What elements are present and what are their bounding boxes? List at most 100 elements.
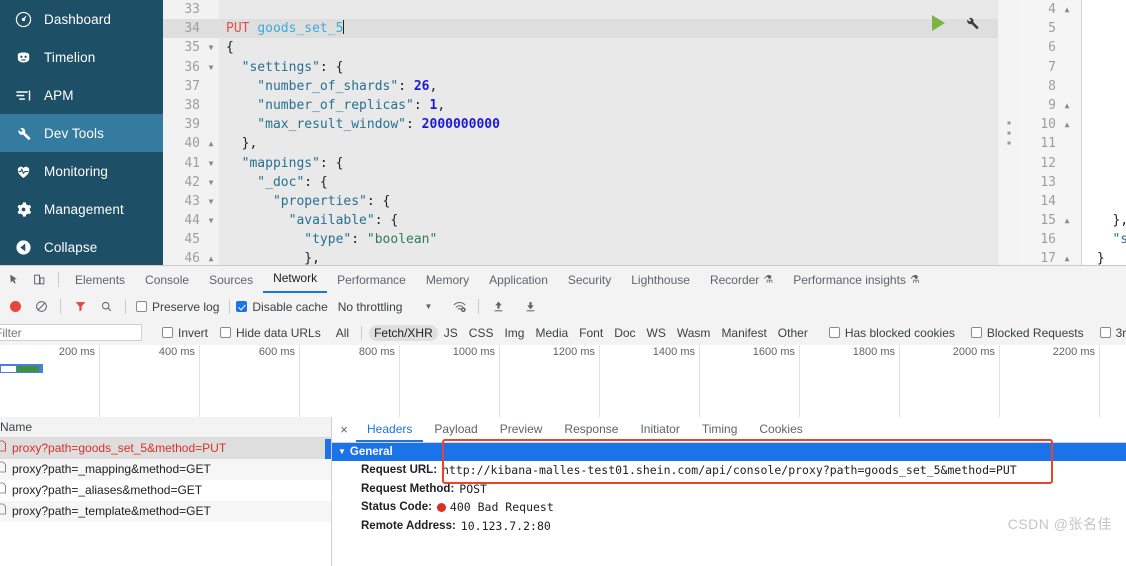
throttling-select[interactable]: No throttling xyxy=(338,300,403,314)
request-row[interactable]: proxy?path=goods_set_5&method=PUT xyxy=(0,438,331,459)
fold-toggle-icon[interactable]: ▲ xyxy=(1061,115,1073,134)
clear-icon[interactable] xyxy=(28,294,54,320)
code-line[interactable]: "_doc": { xyxy=(219,173,998,192)
sidebar-item-dev-tools[interactable]: Dev Tools xyxy=(0,114,163,152)
fold-toggle-icon[interactable]: ▼ xyxy=(205,58,217,77)
tab-recorder[interactable]: Recorder ⚗ xyxy=(700,267,783,293)
details-tab-preview[interactable]: Preview xyxy=(489,417,554,442)
blocked-requests-checkbox[interactable] xyxy=(970,327,982,338)
sidebar-item-timelion[interactable]: Timelion xyxy=(0,38,163,76)
has-blocked-cookies-checkbox[interactable] xyxy=(828,327,840,338)
console-request-editor[interactable]: PUT goods_set_5{ "settings": { "number_o… xyxy=(163,0,998,265)
code-line[interactable]: "max_result_window": 2000000000 xyxy=(219,115,998,134)
tab-console[interactable]: Console xyxy=(135,267,199,293)
fold-toggle-icon[interactable]: ▼ xyxy=(205,211,217,230)
code-line[interactable]: "number_of_shards": 26, xyxy=(219,77,998,96)
editor-splitter[interactable] xyxy=(998,0,1019,265)
tab-security[interactable]: Security xyxy=(558,267,621,293)
tab-lighthouse[interactable]: Lighthouse xyxy=(621,267,700,293)
filter-type-doc[interactable]: Doc xyxy=(609,325,640,341)
fold-toggle-icon[interactable]: ▼ xyxy=(205,154,217,173)
details-tab-cookies[interactable]: Cookies xyxy=(748,417,813,442)
record-icon[interactable] xyxy=(2,294,28,320)
network-conditions-icon[interactable] xyxy=(446,294,472,320)
request-row[interactable]: proxy?path=_aliases&method=GET xyxy=(0,480,331,501)
filter-type-ws[interactable]: WS xyxy=(642,325,671,341)
fold-toggle-icon[interactable]: ▲ xyxy=(1061,211,1073,230)
code-line[interactable]: { xyxy=(219,38,998,57)
code-line[interactable]: } xyxy=(1082,249,1126,265)
code-line[interactable]: ], xyxy=(1082,115,1126,134)
fold-toggle-icon[interactable]: ▲ xyxy=(205,134,217,153)
tab-application[interactable]: Application xyxy=(479,267,558,293)
code-line[interactable]: "stat xyxy=(1082,230,1126,249)
request-code[interactable]: PUT goods_set_5{ "settings": { "number_o… xyxy=(219,0,998,265)
blocked-requests-toggle[interactable]: Blocked Requests xyxy=(970,326,1084,340)
code-line[interactable]: "in xyxy=(1082,192,1126,211)
filter-type-css[interactable]: CSS xyxy=(464,325,499,341)
filter-type-all[interactable]: All xyxy=(331,325,354,341)
search-icon[interactable] xyxy=(93,294,119,320)
network-overview-timeline[interactable]: 200 ms 400 ms 600 ms 800 ms 1000 ms 1200 ms 14… xyxy=(0,345,1126,418)
code-line[interactable]: "properties": { xyxy=(219,192,998,211)
sidebar-item-collapse[interactable]: Collapse xyxy=(0,228,163,265)
preserve-log-toggle[interactable]: Preserve log xyxy=(136,300,219,314)
code-line[interactable]: PUT goods_set_5 xyxy=(219,19,998,39)
disable-cache-checkbox[interactable] xyxy=(236,301,248,312)
sidebar-item-apm[interactable]: APM xyxy=(0,76,163,114)
details-tab-response[interactable]: Response xyxy=(553,417,629,442)
fold-toggle-icon[interactable]: ▲ xyxy=(1061,96,1073,115)
hide-data-urls-checkbox[interactable] xyxy=(220,327,232,338)
details-tab-payload[interactable]: Payload xyxy=(423,417,488,442)
code-line[interactable] xyxy=(1082,58,1126,77)
code-line[interactable] xyxy=(1082,19,1126,38)
filter-type-media[interactable]: Media xyxy=(530,325,573,341)
fold-toggle-icon[interactable]: ▼ xyxy=(205,192,217,211)
hide-data-urls-toggle[interactable]: Hide data URLs xyxy=(220,326,321,340)
fold-toggle-icon[interactable]: ▼ xyxy=(205,173,217,192)
code-line[interactable]: "ty xyxy=(1082,134,1126,153)
close-icon[interactable]: × xyxy=(332,417,356,442)
sidebar-item-management[interactable]: Management xyxy=(0,190,163,228)
tab-performance[interactable]: Performance xyxy=(327,267,416,293)
code-line[interactable]: "settings": { xyxy=(219,58,998,77)
tab-network[interactable]: Network xyxy=(263,266,328,293)
general-section-header[interactable]: ▼ General xyxy=(332,443,1126,461)
details-tab-timing[interactable]: Timing xyxy=(691,417,749,442)
code-line[interactable]: "in xyxy=(1082,173,1126,192)
request-row[interactable]: proxy?path=_template&method=GET xyxy=(0,501,331,522)
details-tab-headers[interactable]: Headers xyxy=(356,417,424,442)
code-line[interactable]: "mappings": { xyxy=(219,154,998,173)
code-line[interactable]: } xyxy=(1082,96,1126,115)
code-line[interactable] xyxy=(1082,77,1126,96)
fold-toggle-icon[interactable]: ▲ xyxy=(1061,249,1073,265)
fold-toggle-icon[interactable]: ▼ xyxy=(205,38,217,57)
third-party-toggle[interactable]: 3rd-party requests xyxy=(1099,326,1126,340)
code-line[interactable]: "available": { xyxy=(219,211,998,230)
invert-toggle[interactable]: Invert xyxy=(162,326,208,340)
request-row[interactable]: proxy?path=_mapping&method=GET xyxy=(0,459,331,480)
preserve-log-checkbox[interactable] xyxy=(136,301,147,312)
filter-type-fetch-xhr[interactable]: Fetch/XHR xyxy=(369,324,438,341)
filter-type-other[interactable]: Other xyxy=(773,325,813,341)
request-list-header[interactable]: Name xyxy=(0,417,331,438)
sidebar-item-dashboard[interactable]: Dashboard xyxy=(0,0,163,38)
filter-type-js[interactable]: JS xyxy=(439,325,463,341)
import-har-icon[interactable] xyxy=(485,294,511,320)
third-party-checkbox[interactable] xyxy=(1099,327,1111,338)
tab-elements[interactable]: Elements xyxy=(65,267,135,293)
disable-cache-toggle[interactable]: Disable cache xyxy=(236,300,328,314)
filter-type-img[interactable]: Img xyxy=(499,325,529,341)
invert-checkbox[interactable] xyxy=(162,327,173,338)
tab-performance-insights[interactable]: Performance insights ⚗ xyxy=(783,267,930,293)
sidebar-item-monitoring[interactable]: Monitoring xyxy=(0,152,163,190)
filter-type-font[interactable]: Font xyxy=(574,325,608,341)
details-tab-initiator[interactable]: Initiator xyxy=(629,417,690,442)
tab-memory[interactable]: Memory xyxy=(416,267,479,293)
code-line[interactable] xyxy=(219,0,998,19)
device-toolbar-icon[interactable] xyxy=(26,267,52,293)
code-line[interactable]: "re xyxy=(1082,154,1126,173)
inspect-element-icon[interactable] xyxy=(0,267,26,293)
filter-input[interactable] xyxy=(0,324,142,341)
play-icon[interactable] xyxy=(932,14,945,31)
